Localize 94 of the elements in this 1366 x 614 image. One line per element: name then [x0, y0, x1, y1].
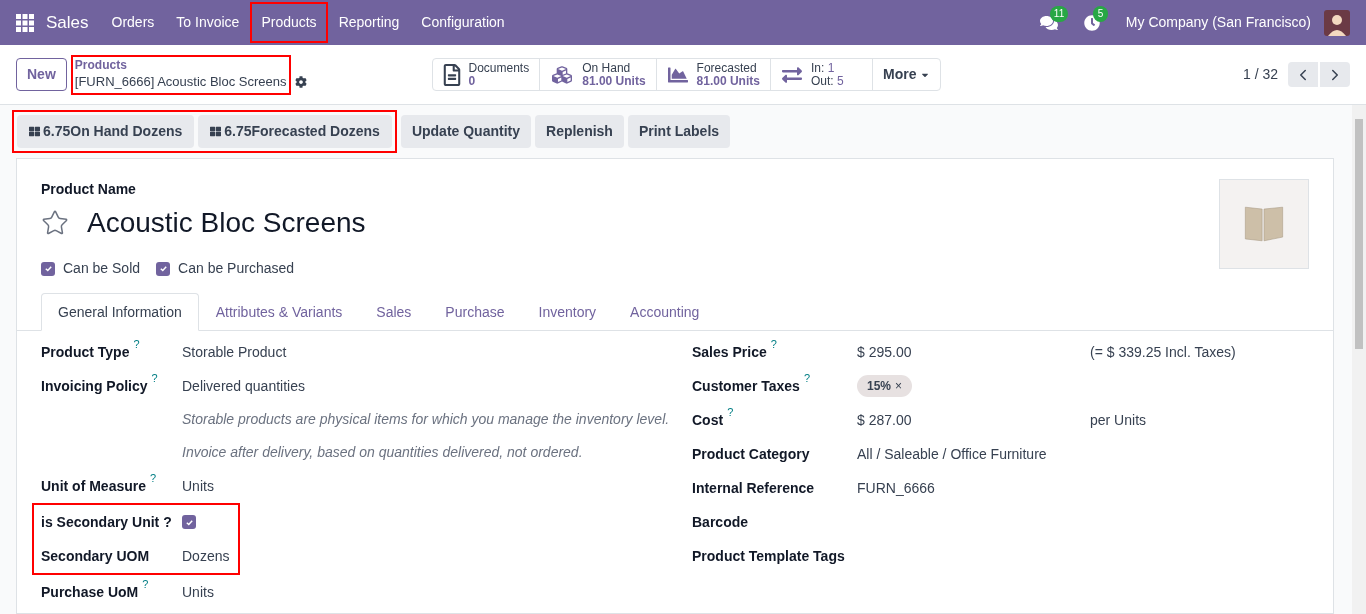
field-label: Product Name: [41, 180, 137, 199]
field-note: (= $ 339.25 Incl. Taxes): [1090, 342, 1236, 362]
grid-icon: [210, 125, 222, 137]
help-tooltip[interactable]: ?: [150, 472, 157, 484]
checkbox[interactable]: [182, 515, 196, 529]
field-value[interactable]: $ 287.00: [857, 409, 1090, 431]
field-label: Product Category: [692, 444, 810, 464]
app-name[interactable]: Sales: [46, 9, 89, 36]
field-label: Cost: [692, 410, 724, 430]
stat-value: 81.00 Units: [582, 74, 646, 88]
checkmark-icon: [158, 264, 168, 273]
breadcrumb-link[interactable]: Products: [74, 57, 287, 72]
smart-button[interactable]: Documents 0: [432, 59, 541, 90]
apps-grid-icon[interactable]: [16, 13, 34, 32]
form-tab[interactable]: Sales: [359, 293, 429, 331]
checkmark-icon: [184, 517, 194, 527]
form-tab[interactable]: Inventory: [521, 293, 614, 331]
scrollbar[interactable]: [1352, 105, 1366, 614]
action-button[interactable]: Replenish: [535, 114, 624, 148]
stat-button[interactable]: 6.75Forecasted Dozens: [198, 114, 392, 148]
menu-item[interactable]: Configuration: [410, 2, 516, 43]
action-button[interactable]: Update Quantity: [400, 114, 531, 148]
field-value[interactable]: FURN_6666: [857, 477, 935, 499]
stat-title: Out: 5: [810, 74, 844, 88]
company-name[interactable]: My Company (San Francisco): [1125, 12, 1311, 33]
help-tooltip[interactable]: ?: [727, 406, 734, 418]
field-label: Internal Reference: [692, 478, 815, 498]
field-label: Invoicing Policy: [41, 376, 148, 396]
field-label: Unit of Measure: [41, 476, 146, 496]
help-tooltip[interactable]: ?: [770, 338, 777, 350]
help-note: Invoice after delivery, based on quantities delivered, not ordered.: [182, 443, 583, 462]
exchange-icon: [780, 64, 803, 85]
checkmark-icon: [43, 264, 53, 273]
field-value[interactable]: Units: [182, 475, 214, 497]
grid-icon: [29, 125, 40, 137]
field-label: is Secondary Unit ?: [41, 512, 172, 532]
field-label: Product Type: [41, 342, 130, 362]
field-value[interactable]: All / Saleable / Office Furniture: [857, 443, 1047, 465]
menu-item[interactable]: To Invoice: [165, 2, 251, 43]
pager-value[interactable]: 1 / 32: [1242, 64, 1278, 85]
previous-button[interactable]: [1288, 62, 1318, 87]
field-label: Sales Price: [692, 342, 767, 362]
menu-item[interactable]: Orders: [100, 2, 166, 43]
checkbox-label[interactable]: Can be Purchased: [178, 258, 295, 279]
field-label: Customer Taxes: [692, 376, 800, 396]
checkbox[interactable]: [156, 261, 171, 276]
form-tab[interactable]: Accounting: [613, 293, 717, 331]
stat-title: Documents: [468, 61, 530, 75]
help-tooltip[interactable]: ?: [151, 372, 158, 384]
field-note: per Units: [1090, 410, 1147, 430]
product-name[interactable]: Acoustic Bloc Screens: [87, 202, 366, 244]
form-tab[interactable]: General Information: [41, 293, 199, 331]
stat-value: 0: [468, 74, 477, 88]
messages-count-badge: 11: [1049, 5, 1069, 22]
field-value[interactable]: Delivered quantities: [182, 375, 305, 397]
tax-tag[interactable]: 15% ×: [857, 375, 913, 397]
checkbox[interactable]: [41, 261, 55, 276]
remove-tag-button[interactable]: ×: [895, 377, 903, 395]
smart-button[interactable]: On Hand 81.00 Units: [540, 59, 657, 90]
menu-item[interactable]: Reporting: [327, 2, 411, 43]
field-label: Product Template Tags: [692, 546, 845, 566]
checkbox-label[interactable]: Can be Sold: [63, 258, 141, 279]
field-value[interactable]: $ 295.00: [857, 341, 1090, 363]
field-value[interactable]: Storable Product: [182, 341, 287, 363]
field-value[interactable]: Dozens: [182, 545, 230, 567]
stat-title: In: 1: [810, 61, 836, 75]
help-note: Storable products are physical items for which you manage the inventory level.: [182, 410, 670, 429]
smart-button[interactable]: Forecasted 81.00 Units: [656, 59, 771, 90]
field-label: Secondary UOM: [41, 546, 150, 566]
help-tooltip[interactable]: ?: [142, 578, 149, 590]
menu-item[interactable]: Products: [250, 2, 328, 43]
cubes-icon: [550, 64, 575, 85]
new-button[interactable]: New: [16, 58, 67, 91]
next-button[interactable]: [1320, 62, 1350, 87]
stat-title: Forecasted: [696, 61, 758, 75]
help-tooltip[interactable]: ?: [133, 338, 140, 350]
user-avatar[interactable]: [1324, 9, 1350, 36]
form-tab[interactable]: Purchase: [428, 293, 522, 331]
more-dropdown[interactable]: More: [872, 59, 941, 90]
record-title: [FURN_6666] Acoustic Bloc Screens: [74, 72, 287, 91]
stat-button[interactable]: 6.75On Hand Dozens: [17, 114, 195, 148]
action-button[interactable]: Print Labels: [627, 114, 731, 148]
form-tab[interactable]: Attributes & Variants: [198, 293, 360, 331]
stat-title: On Hand: [582, 61, 632, 75]
field-value[interactable]: Units: [182, 581, 214, 603]
field-label: Purchase UoM: [41, 582, 139, 602]
stat-value: 81.00 Units: [696, 74, 760, 88]
activity-count-badge: 5: [1092, 5, 1109, 22]
field-label: Barcode: [692, 512, 749, 532]
document-icon: [442, 63, 461, 86]
smart-button[interactable]: In: 1 Out: 5: [770, 59, 873, 90]
help-tooltip[interactable]: ?: [803, 372, 811, 384]
star-icon[interactable]: [41, 209, 69, 237]
settings-icon[interactable]: [294, 75, 307, 88]
